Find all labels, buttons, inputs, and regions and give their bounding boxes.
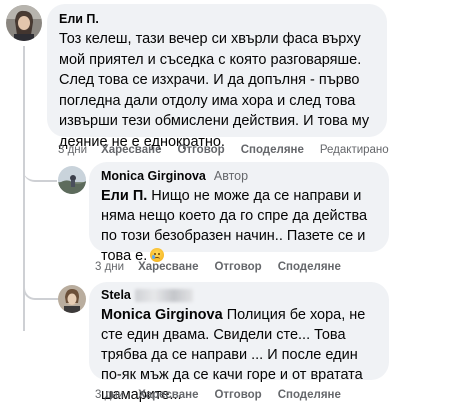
avatar-photo	[58, 285, 86, 313]
comment-text: Тоз келеш, тази вечер си хвърли фаса вър…	[59, 31, 370, 150]
share-button[interactable]: Споделяне	[278, 261, 341, 273]
edited-label: Редактирано	[319, 144, 389, 156]
reply-button[interactable]: Отговор	[214, 389, 261, 401]
share-button[interactable]: Споделяне	[241, 144, 304, 156]
comment-text: Ели П. Нищо не може да се направи и няма…	[101, 186, 377, 266]
reply-button[interactable]: Отговор	[214, 261, 261, 273]
share-button[interactable]: Споделяне	[278, 389, 341, 401]
thread-branch	[23, 270, 59, 300]
reply-button[interactable]: Отговор	[177, 144, 224, 156]
avatar-photo	[58, 166, 86, 194]
comment-actions: 3 дни Харесване Отговор Споделяне	[95, 387, 357, 403]
comment-timestamp[interactable]: 3 дни	[95, 389, 124, 401]
comment-author[interactable]: Ели П.	[59, 11, 375, 27]
avatar-photo	[6, 5, 42, 41]
like-button[interactable]: Харесване	[138, 261, 198, 273]
comment-actions: 3 дни Харесване Отговор Споделяне Редакт…	[58, 142, 389, 158]
comment-bubble: Monica Girginova Автор Ели П. Нищо не мо…	[89, 162, 389, 264]
avatar[interactable]	[6, 5, 42, 41]
avatar[interactable]	[58, 285, 86, 313]
comment-timestamp[interactable]: 3 дни	[58, 144, 87, 156]
avatar[interactable]	[58, 166, 86, 194]
like-button[interactable]: Харесване	[101, 144, 161, 156]
comment-author[interactable]: Monica Girginova Автор	[101, 168, 377, 184]
mention-link[interactable]: Monica Girginova	[101, 307, 223, 323]
comment-author[interactable]: Stela	[101, 287, 377, 303]
comment-bubble: Ели П. Тоз келеш, тази вечер си хвърли ф…	[47, 4, 387, 150]
like-button[interactable]: Харесване	[138, 389, 198, 401]
comment-actions: 3 дни Харесване Отговор Споделяне	[95, 259, 357, 275]
thread-branch	[23, 150, 57, 182]
comment-timestamp[interactable]: 3 дни	[95, 261, 124, 273]
author-badge: Автор	[213, 169, 249, 183]
redacted-name	[134, 288, 193, 302]
comment-bubble: Stela Monica Girginova Полиция бе хора, …	[89, 282, 389, 403]
mention-link[interactable]: Ели П.	[101, 188, 147, 204]
